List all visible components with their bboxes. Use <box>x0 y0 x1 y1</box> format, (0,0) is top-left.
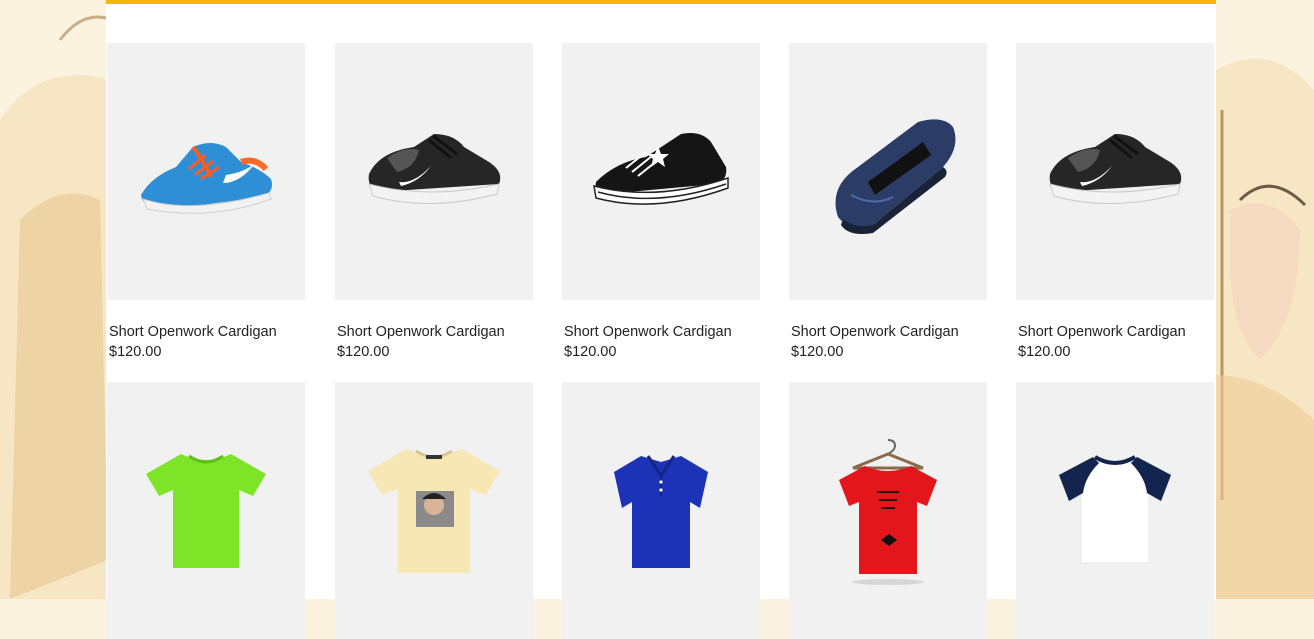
product-name[interactable]: Short Openwork Cardigan <box>335 324 533 341</box>
product-name[interactable]: Short Openwork Cardigan <box>562 324 760 341</box>
raglan-tshirt-icon <box>1058 454 1172 563</box>
product-card[interactable]: Short Openwork Cardigan $120.00 <box>1016 43 1214 361</box>
product-grid-panel: Short Openwork Cardigan $120.00 Short Op… <box>106 0 1216 639</box>
product-thumbnail[interactable] <box>107 43 305 300</box>
canvas-sneaker-icon <box>593 132 729 205</box>
product-thumbnail[interactable] <box>335 382 533 639</box>
product-name[interactable]: Short Openwork Cardigan <box>789 324 987 341</box>
product-price: $120.00 <box>564 344 617 360</box>
product-card[interactable] <box>1016 382 1214 639</box>
product-card[interactable] <box>562 382 760 639</box>
top-accent-bar <box>106 0 1216 4</box>
product-price: $120.00 <box>1018 344 1071 360</box>
blue-polo-shirt-icon <box>614 454 708 568</box>
product-card[interactable]: Short Openwork Cardigan $120.00 <box>107 43 305 361</box>
product-name[interactable]: Short Openwork Cardigan <box>107 324 305 341</box>
product-name[interactable]: Short Openwork Cardigan <box>1016 324 1214 341</box>
product-card[interactable]: Short Openwork Cardigan $120.00 <box>562 43 760 361</box>
product-thumbnail[interactable] <box>562 43 760 300</box>
product-card[interactable] <box>107 382 305 639</box>
product-price: $120.00 <box>337 344 390 360</box>
navy-loafer-icon <box>835 118 956 234</box>
cream-graphic-tshirt-icon <box>368 448 500 573</box>
product-card[interactable] <box>789 382 987 639</box>
product-card[interactable] <box>335 382 533 639</box>
product-thumbnail[interactable] <box>562 382 760 639</box>
red-tshirt-on-hanger-icon <box>839 438 937 585</box>
black-sneaker-icon <box>1049 133 1182 204</box>
product-thumbnail[interactable] <box>335 43 533 300</box>
black-sneaker-icon <box>368 133 501 204</box>
product-thumbnail[interactable] <box>789 382 987 639</box>
product-thumbnail[interactable] <box>789 43 987 300</box>
blue-running-shoe-icon <box>141 142 272 214</box>
product-thumbnail[interactable] <box>107 382 305 639</box>
product-price: $120.00 <box>109 344 162 360</box>
green-tshirt-icon <box>146 453 266 568</box>
product-price: $120.00 <box>791 344 844 360</box>
product-card[interactable]: Short Openwork Cardigan $120.00 <box>789 43 987 361</box>
product-card[interactable]: Short Openwork Cardigan $120.00 <box>335 43 533 361</box>
product-thumbnail[interactable] <box>1016 43 1214 300</box>
product-thumbnail[interactable] <box>1016 382 1214 639</box>
